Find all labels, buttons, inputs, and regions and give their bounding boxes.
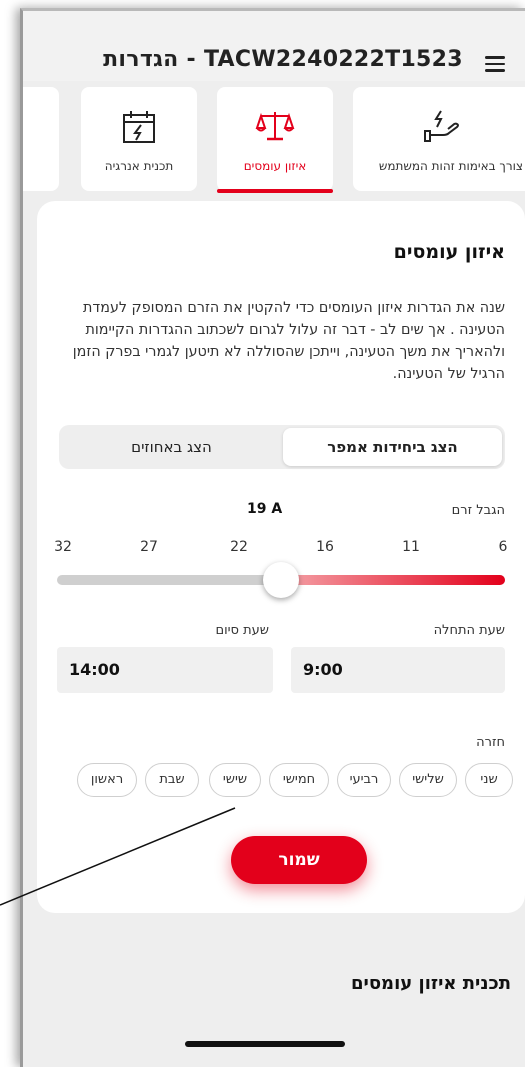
- scale-balance-icon: [255, 112, 295, 141]
- slider-fill: [281, 575, 505, 585]
- card-title: איזון עומסים: [393, 241, 505, 263]
- tab-partial[interactable]: [23, 87, 59, 191]
- day-tuesday[interactable]: שלישי: [399, 763, 457, 797]
- tick-label: 22: [230, 539, 248, 555]
- hand-energy-icon: [424, 110, 459, 142]
- day-thursday[interactable]: חמישי: [269, 763, 329, 797]
- load-balancing-card: איזון עומסים שנה את הגדרות איזון העומסים…: [37, 201, 525, 913]
- tick-label: 6: [498, 539, 508, 555]
- tab-label: צורך באימות זהות המשתמש: [378, 159, 523, 173]
- unit-toggle: הצג ביחידות אמפר הצג באחוזים: [59, 425, 505, 469]
- app-header: TACW2240222T1523 - הגדרות: [23, 11, 525, 81]
- tick-label: 27: [140, 539, 158, 555]
- tab-label: איזון עומסים: [243, 159, 307, 173]
- day-friday[interactable]: שישי: [209, 763, 261, 797]
- repeat-days: שני שלישי רביעי חמישי שישי שבת ראשון: [57, 763, 513, 799]
- start-time-label: שעת התחלה: [433, 623, 505, 638]
- tab-energy-plan[interactable]: תכנית אנרגיה: [81, 87, 197, 191]
- card-description: שנה את הגדרות איזון העומסים כדי להקטין א…: [72, 300, 505, 382]
- percent-units-option[interactable]: הצג באחוזים: [62, 428, 281, 466]
- day-sunday[interactable]: ראשון: [77, 763, 137, 797]
- slider-ticks: 32 27 22 16 11 6: [54, 539, 517, 559]
- calendar-bolt-icon: [123, 111, 155, 143]
- tick-label: 11: [402, 539, 420, 555]
- start-time-field[interactable]: 9:00: [291, 647, 505, 693]
- hamburger-menu-icon[interactable]: [485, 56, 505, 72]
- tab-label: תכנית אנרגיה: [104, 159, 174, 173]
- active-tab-indicator: [217, 189, 333, 193]
- tab-load-balancing[interactable]: איזון עומסים: [217, 87, 333, 193]
- tick-label: 32: [54, 539, 72, 555]
- end-time-field[interactable]: 14:00: [57, 647, 273, 693]
- home-indicator: [185, 1041, 345, 1047]
- current-limit-label: הגבל זרם: [451, 503, 505, 518]
- day-monday[interactable]: שני: [465, 763, 513, 797]
- slider-thumb[interactable]: [263, 562, 299, 598]
- phone-screen: TACW2240222T1523 - הגדרות צורך באימות זה…: [20, 8, 525, 1067]
- tab-user-authentication[interactable]: צורך באימות זהות המשתמש: [353, 87, 525, 191]
- save-button[interactable]: שמור: [231, 836, 367, 884]
- load-balancing-plan-title: תכנית איזון עומסים: [350, 973, 511, 994]
- ampere-units-option[interactable]: הצג ביחידות אמפר: [283, 428, 502, 466]
- repeat-label: חזרה: [476, 735, 505, 750]
- current-limit-slider[interactable]: [57, 562, 505, 598]
- day-saturday[interactable]: שבת: [145, 763, 199, 797]
- day-wednesday[interactable]: רביעי: [337, 763, 391, 797]
- tick-label: 16: [316, 539, 334, 555]
- end-time-label: שעת סיום: [215, 623, 269, 638]
- page-title: TACW2240222T1523 - הגדרות: [103, 47, 463, 72]
- settings-tabs: צורך באימות זהות המשתמש איזון עומסים תכנ…: [23, 87, 525, 197]
- current-limit-value: 19 A: [247, 501, 283, 517]
